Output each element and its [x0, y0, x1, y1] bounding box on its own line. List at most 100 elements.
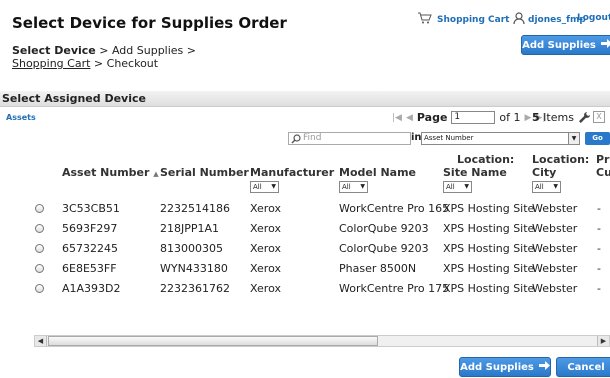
cell-model-name: ColorQube 9203 [339, 242, 429, 255]
cell-site-name: XPS Hosting Site [443, 222, 535, 235]
scroll-left-icon[interactable]: ◀ [35, 336, 47, 346]
column-location-city-line1: Location: [532, 153, 590, 166]
search-icon [291, 134, 301, 147]
cell-asset-number: 65732245 [62, 242, 118, 255]
row-select-radio[interactable] [35, 244, 44, 253]
search-bar: Find in Asset Number ▼ Go [0, 132, 610, 148]
first-page-icon[interactable]: |◀ [392, 113, 402, 123]
column-header-model-name[interactable]: Model Name [339, 166, 416, 179]
cell-site-name: XPS Hosting Site [443, 282, 535, 295]
cell-serial-number: WYN433180 [160, 262, 228, 275]
cell-manufacturer: Xerox [250, 282, 281, 295]
table-row[interactable]: 5693F297 218JPP1A1 Xerox ColorQube 9203 … [0, 219, 610, 239]
table-row[interactable]: 6E8E53FF WYN433180 Xerox Phaser 8500N XP… [0, 259, 610, 279]
chevron-down-icon: ▼ [553, 183, 558, 190]
search-field-value: Asset Number [424, 134, 474, 142]
table-row[interactable]: 65732245 813000305 Xerox ColorQube 9203 … [0, 239, 610, 259]
in-label: in [411, 132, 422, 143]
cell-asset-number: 5693F297 [62, 222, 118, 235]
city-filter-select[interactable]: All ▼ [532, 181, 561, 193]
cell-asset-number: A1A393D2 [62, 282, 121, 295]
chevron-down-icon: ▼ [360, 183, 365, 190]
scroll-thumb[interactable] [48, 336, 378, 346]
shopping-cart-label: Shopping Cart [437, 14, 510, 25]
items-count: 5 Items [532, 111, 574, 124]
cell-extra: - [597, 282, 601, 295]
site-filter-select[interactable]: All ▼ [443, 181, 472, 193]
filter-value: All [253, 183, 262, 191]
arrow-right-icon [538, 361, 550, 373]
scroll-right-icon[interactable]: ▶ [597, 336, 609, 346]
cell-model-name: WorkCentre Pro 175 [339, 282, 450, 295]
column-location-site-line1: Location: [457, 153, 515, 166]
column-header-serial-number[interactable]: Serial Number [160, 166, 249, 179]
row-select-radio[interactable] [35, 224, 44, 233]
column-header-location-city[interactable]: Location: City [532, 153, 589, 179]
add-supplies-label: Add Supplies [460, 361, 534, 373]
cell-asset-number: 3C53CB51 [62, 202, 120, 215]
chevron-down-icon: ▼ [568, 133, 579, 144]
items-count-value: 5 [532, 111, 540, 124]
add-supplies-top-label: Add Supplies [522, 39, 596, 51]
filter-value: All [535, 183, 544, 191]
cell-city: Webster [532, 262, 578, 275]
row-select-radio[interactable] [35, 284, 44, 293]
breadcrumb-shopping-cart-link[interactable]: Shopping Cart [12, 57, 90, 70]
wrench-icon[interactable] [578, 111, 591, 127]
page-number-input[interactable]: 1 [451, 111, 496, 124]
horizontal-scrollbar[interactable]: ◀ ▶ [34, 335, 610, 347]
pager: |◀ ◀ Page 1 of 1 ▶ ▶| [392, 111, 545, 124]
column-header-manufacturer[interactable]: Manufacturer [250, 166, 334, 179]
user-link[interactable]: djones_fmp [513, 12, 586, 28]
column-header-asset-number[interactable]: Asset Number ▲ [62, 166, 159, 181]
cell-extra: - [597, 222, 601, 235]
column-extra-line2: Cu [596, 166, 610, 179]
manufacturer-filter-select[interactable]: All ▼ [250, 181, 279, 193]
cell-site-name: XPS Hosting Site [443, 202, 535, 215]
cell-serial-number: 218JPP1A1 [160, 222, 220, 235]
cell-serial-number: 813000305 [160, 242, 223, 255]
model-filter-select[interactable]: All ▼ [339, 181, 368, 193]
breadcrumb: Select Device > Add Supplies > Shopping … [12, 44, 222, 70]
search-field-select[interactable]: Asset Number ▼ [421, 132, 580, 145]
row-select-radio[interactable] [35, 264, 44, 273]
add-supplies-button[interactable]: Add Supplies [459, 357, 551, 377]
prev-page-icon[interactable]: ◀ [406, 113, 413, 123]
user-icon [513, 12, 525, 28]
go-button[interactable]: Go [585, 132, 610, 145]
cell-serial-number: 2232514186 [160, 202, 230, 215]
cell-extra: - [597, 202, 601, 215]
logout-link[interactable]: Logout [577, 13, 610, 23]
cell-city: Webster [532, 282, 578, 295]
cell-city: Webster [532, 202, 578, 215]
add-supplies-top-button[interactable]: Add Supplies [521, 35, 610, 55]
cancel-button[interactable]: Cancel [556, 357, 610, 377]
next-page-icon[interactable]: ▶ [525, 113, 532, 123]
shopping-cart-link[interactable]: Shopping Cart [418, 12, 509, 27]
cell-city: Webster [532, 222, 578, 235]
cell-extra: - [597, 262, 601, 275]
chevron-down-icon: ▼ [271, 183, 276, 190]
cell-extra: - [597, 242, 601, 255]
breadcrumb-sep1: > Add Supplies > [95, 44, 196, 57]
column-extra-line1: Pri [596, 153, 610, 166]
tab-assets[interactable]: Assets [6, 113, 36, 122]
find-input[interactable]: Find [288, 132, 411, 145]
cell-serial-number: 2232361762 [160, 282, 230, 295]
cell-site-name: XPS Hosting Site [443, 262, 535, 275]
cell-model-name: ColorQube 9203 [339, 222, 429, 235]
column-header-extra[interactable]: Pri Cu [596, 153, 610, 179]
row-select-radio[interactable] [35, 204, 44, 213]
column-header-location-site[interactable]: Location: Site Name [443, 153, 514, 179]
table-row[interactable]: 3C53CB51 2232514186 Xerox WorkCentre Pro… [0, 199, 610, 219]
cell-model-name: Phaser 8500N [339, 262, 417, 275]
page-of-label: of 1 [499, 111, 521, 124]
table-row[interactable]: A1A393D2 2232361762 Xerox WorkCentre Pro… [0, 279, 610, 299]
filter-value: All [446, 183, 455, 191]
section-title: Select Assigned Device [0, 91, 610, 107]
column-location-city-line2: City [532, 166, 557, 179]
export-excel-icon[interactable]: X [593, 111, 605, 123]
cell-manufacturer: Xerox [250, 222, 281, 235]
cell-asset-number: 6E8E53FF [62, 262, 117, 275]
page-label: Page [416, 111, 448, 124]
